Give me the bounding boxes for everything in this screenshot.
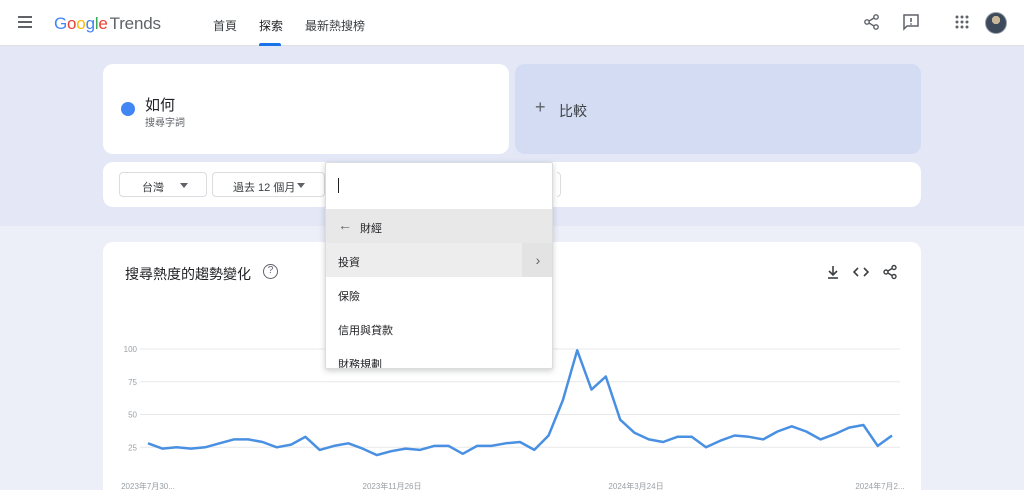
category-item-financial-planning[interactable]: 財務規劃 <box>326 345 552 369</box>
y-tick-label: 75 <box>128 378 137 387</box>
y-tick-label: 25 <box>128 443 137 452</box>
category-item-investing[interactable]: 投資 › <box>326 243 552 277</box>
category-item-label: 信用與貸款 <box>338 325 393 337</box>
category-dropdown: ← 財經 投資 › 保險 信用與貸款 財務規劃 <box>325 162 553 369</box>
trends-page: Google Trends 首頁 探索 最新熱搜榜 如何 搜尋字詞 + 比較 台… <box>0 0 1024 490</box>
category-search-input[interactable] <box>326 163 552 209</box>
chevron-right-icon[interactable]: › <box>522 243 552 277</box>
category-back-label: 財經 <box>360 223 382 235</box>
category-item-label: 財務規劃 <box>338 359 382 369</box>
text-cursor <box>338 178 339 193</box>
category-item-insurance[interactable]: 保險 <box>326 277 552 311</box>
y-tick-label: 50 <box>128 411 137 420</box>
category-item-credit-lending[interactable]: 信用與貸款 <box>326 311 552 345</box>
y-tick-label: 100 <box>124 345 138 354</box>
category-item-label: 保險 <box>338 291 360 303</box>
x-tick-label: 2023年11月26日 <box>363 481 422 490</box>
category-back-button[interactable]: ← 財經 <box>326 209 552 243</box>
category-item-label: 投資 <box>338 257 360 269</box>
x-tick-label: 2023年7月30... <box>121 481 175 490</box>
x-tick-label: 2024年3月24日 <box>608 481 663 490</box>
arrow-left-icon: ← <box>338 217 352 233</box>
x-tick-label: 2024年7月2... <box>855 481 904 490</box>
